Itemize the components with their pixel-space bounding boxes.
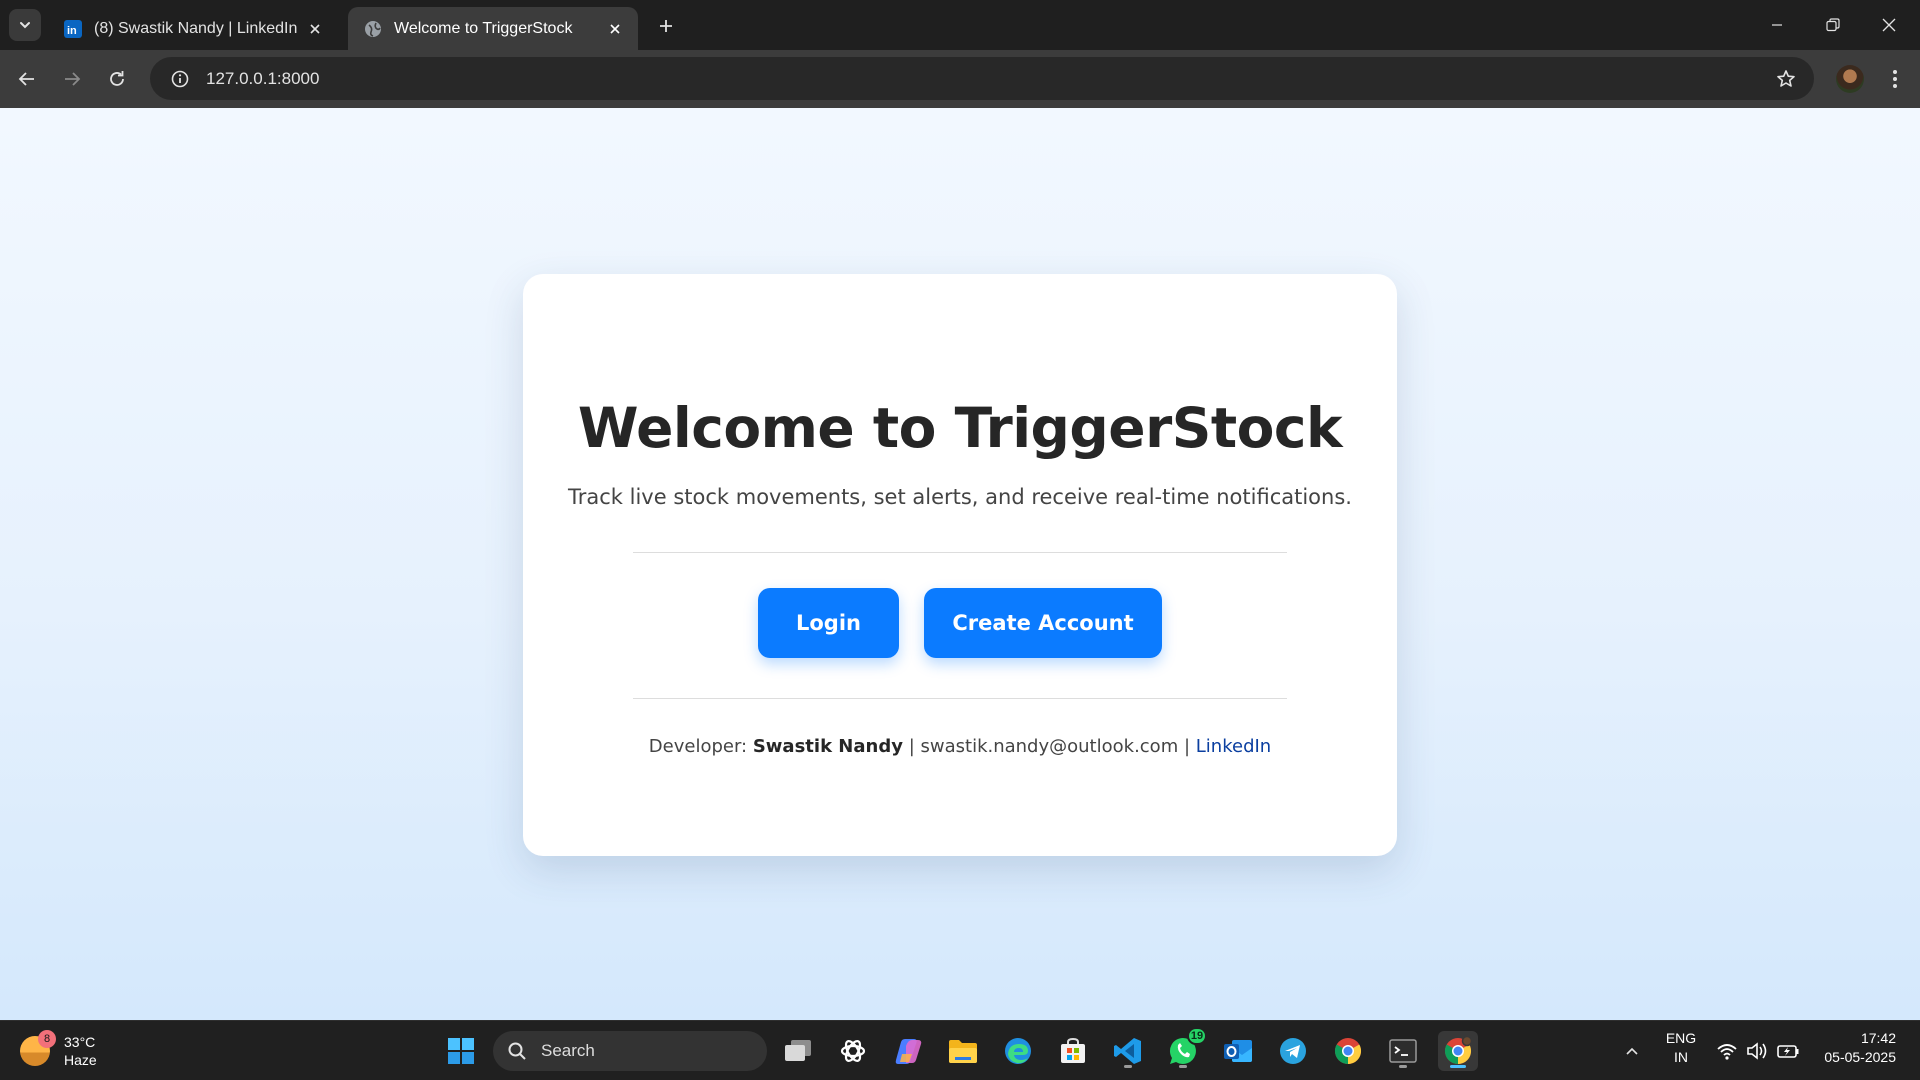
footer-separator: | (908, 736, 915, 757)
telegram-icon[interactable] (1273, 1031, 1313, 1071)
copilot-icon[interactable] (888, 1031, 928, 1071)
weather-badge: 8 (38, 1030, 56, 1048)
volume-icon (1747, 1042, 1767, 1060)
developer-email: swastik.nandy@outlook.com (920, 736, 1179, 757)
linkedin-icon: in (64, 19, 82, 38)
globe-icon (364, 20, 382, 38)
clock-date: 05-05-2025 (1824, 1049, 1896, 1065)
chrome-profile-icon[interactable] (1438, 1031, 1478, 1071)
page-viewport: Welcome to TriggerStock Track live stock… (0, 108, 1920, 1020)
active-indicator (1450, 1065, 1466, 1068)
clock[interactable]: 17:42 05-05-2025 (1812, 1029, 1912, 1067)
weather-haze-icon: 8 (20, 1030, 56, 1066)
terminal-icon[interactable] (1383, 1031, 1423, 1071)
taskbar-search[interactable]: Search (493, 1031, 767, 1071)
address-bar[interactable]: 127.0.0.1:8000 (150, 57, 1814, 100)
start-button[interactable] (441, 1031, 481, 1071)
browser-menu-button[interactable] (1880, 63, 1910, 95)
login-button[interactable]: Login (758, 588, 899, 658)
weather-temp: 33°C (64, 1034, 96, 1050)
close-icon (1882, 18, 1896, 32)
search-icon (508, 1042, 526, 1060)
battery-icon (1777, 1045, 1799, 1058)
developer-name: Swastik Nandy (752, 736, 903, 757)
running-indicator (1124, 1065, 1132, 1068)
arrow-right-icon (65, 72, 81, 86)
browser-toolbar: 127.0.0.1:8000 (0, 50, 1920, 108)
region-code: IN (1674, 1049, 1688, 1065)
outlook-icon[interactable] (1218, 1031, 1258, 1071)
close-tab-icon[interactable] (604, 18, 626, 40)
weather-condition: Haze (64, 1052, 97, 1068)
page-title: Welcome to TriggerStock (577, 396, 1343, 460)
minimize-button[interactable] (1749, 0, 1805, 50)
search-label: Search (541, 1041, 595, 1060)
reload-icon (110, 71, 124, 86)
divider-top (633, 552, 1287, 553)
tab-search-button[interactable] (9, 9, 41, 41)
weather-widget[interactable]: 8 33°C Haze (20, 1029, 140, 1073)
forward-button[interactable] (56, 63, 88, 95)
language-code: ENG (1665, 1030, 1697, 1046)
bookmark-star-icon[interactable] (1774, 67, 1798, 91)
running-indicator (1179, 1065, 1187, 1068)
windows-logo-icon (448, 1038, 474, 1064)
more-vertical-icon (1893, 70, 1897, 88)
tab-strip: in (8) Swastik Nandy | LinkedIn Welcome … (0, 0, 1920, 50)
windows-taskbar: 8 33°C Haze Search 19 ENG IN 17:42 05-05… (0, 1020, 1920, 1080)
footer-prefix: Developer: (648, 736, 748, 757)
create-account-button[interactable]: Create Account (924, 588, 1162, 658)
welcome-card: Welcome to TriggerStock Track live stock… (523, 274, 1397, 856)
wifi-icon (1717, 1044, 1737, 1060)
svg-text:in: in (67, 25, 77, 37)
whatsapp-icon[interactable]: 19 (1163, 1027, 1207, 1071)
address-url: 127.0.0.1:8000 (206, 68, 320, 88)
minimize-icon (1772, 24, 1782, 26)
language-indicator[interactable]: ENG IN (1660, 1029, 1702, 1067)
divider-bottom (633, 698, 1287, 699)
task-view-icon[interactable] (778, 1031, 818, 1071)
whatsapp-badge: 19 (1187, 1027, 1207, 1045)
chevron-down-icon (20, 22, 30, 29)
edge-icon[interactable] (998, 1031, 1038, 1071)
new-tab-button[interactable] (652, 12, 680, 40)
profile-avatar[interactable] (1836, 65, 1864, 93)
vscode-icon[interactable] (1108, 1031, 1148, 1071)
site-info-icon[interactable] (160, 57, 200, 100)
linkedin-link[interactable]: LinkedIn (1196, 736, 1271, 757)
reload-button[interactable] (101, 63, 133, 95)
restore-button[interactable] (1805, 0, 1861, 50)
clock-time: 17:42 (1860, 1030, 1896, 1046)
tab-title: Welcome to TriggerStock (394, 19, 573, 37)
close-window-button[interactable] (1861, 0, 1917, 50)
file-explorer-icon[interactable] (943, 1031, 983, 1071)
system-tray-status[interactable] (1708, 1031, 1808, 1071)
store-icon[interactable] (1053, 1031, 1093, 1071)
back-button[interactable] (11, 63, 43, 95)
chrome-icon[interactable] (1328, 1031, 1368, 1071)
developer-footer: Developer: Swastik Nandy | swastik.nandy… (523, 736, 1397, 757)
tab-triggerstock[interactable]: Welcome to TriggerStock (348, 7, 638, 50)
show-hidden-icons-button[interactable] (1612, 1031, 1652, 1071)
arrow-left-icon (18, 72, 34, 86)
chevron-up-icon (1626, 1047, 1638, 1055)
tab-title: (8) Swastik Nandy | LinkedIn (94, 19, 298, 37)
restore-icon (1826, 18, 1840, 32)
tab-linkedin[interactable]: in (8) Swastik Nandy | LinkedIn (48, 7, 338, 50)
plus-icon (660, 20, 672, 32)
close-tab-icon[interactable] (304, 18, 326, 40)
footer-separator: | (1183, 736, 1191, 757)
page-tagline: Track live stock movements, set alerts, … (568, 485, 1352, 509)
running-indicator (1399, 1065, 1407, 1068)
chatgpt-icon[interactable] (833, 1031, 873, 1071)
